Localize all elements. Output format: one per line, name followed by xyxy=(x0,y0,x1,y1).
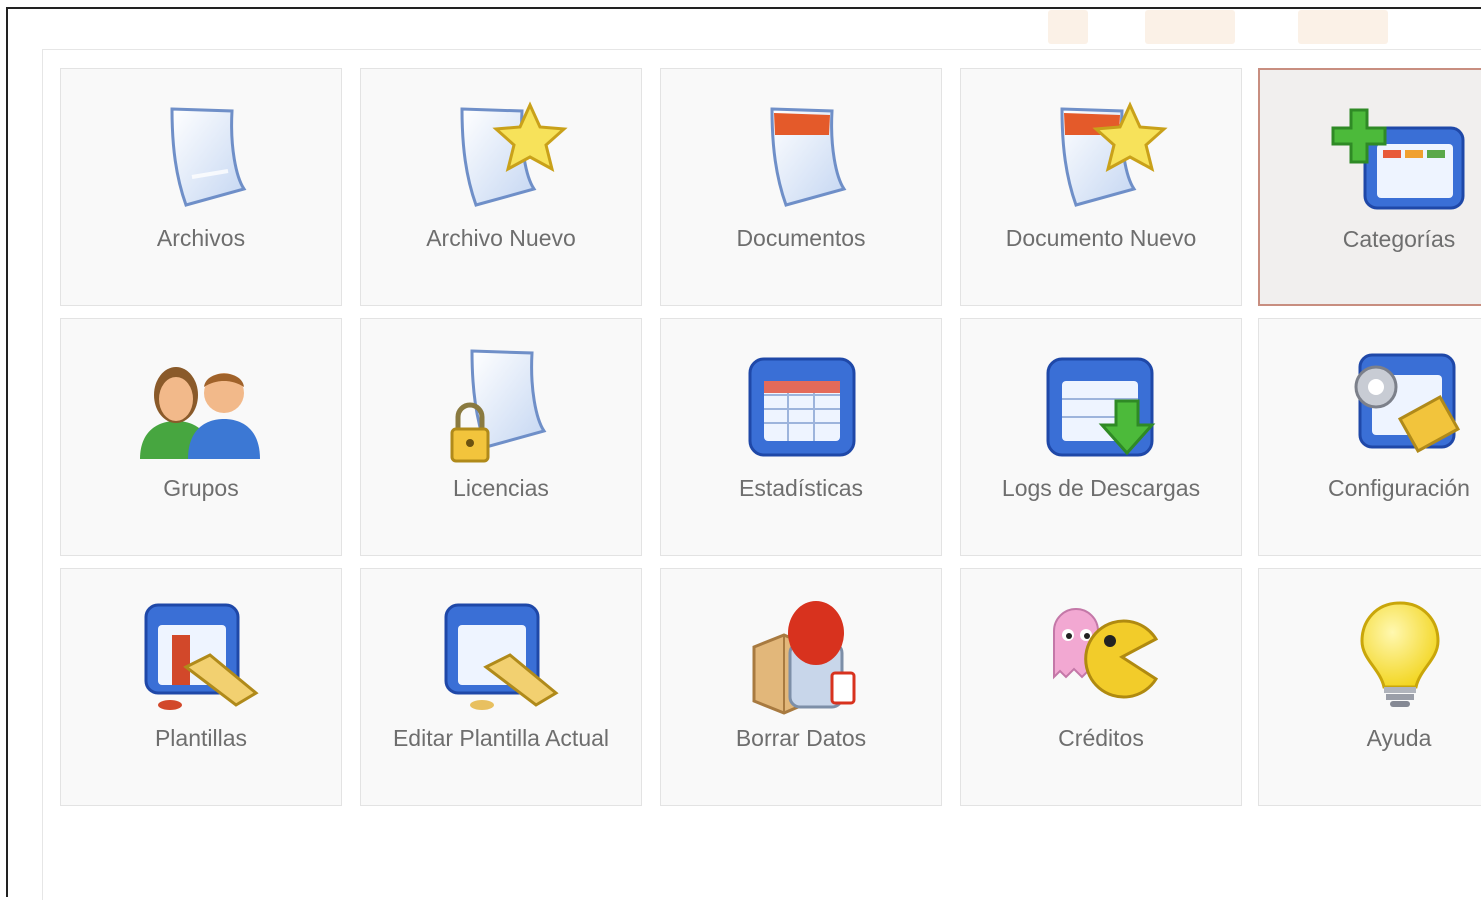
delete-data-icon xyxy=(732,597,872,717)
edit-template-icon xyxy=(432,597,572,717)
tile-archivo-nuevo[interactable]: Archivo Nuevo xyxy=(360,68,642,306)
new-document-icon xyxy=(1032,97,1172,217)
tile-label: Configuración xyxy=(1328,475,1470,501)
tile-plantillas[interactable]: Plantillas xyxy=(60,568,342,806)
tile-configuracion[interactable]: Configuración xyxy=(1258,318,1481,556)
groups-icon xyxy=(132,347,272,467)
tile-ayuda[interactable]: Ayuda xyxy=(1258,568,1481,806)
tile-label: Plantillas xyxy=(154,725,248,751)
templates-icon xyxy=(132,597,272,717)
credits-icon xyxy=(1032,597,1172,717)
tile-label: Borrar Datos xyxy=(735,725,867,751)
tile-logs-de-descargas[interactable]: Logs de Descargas xyxy=(960,318,1242,556)
tile-label: Documento Nuevo xyxy=(1005,225,1197,251)
tile-estadisticas[interactable]: Estadísticas xyxy=(660,318,942,556)
tile-borrar-datos[interactable]: Borrar Datos xyxy=(660,568,942,806)
header-decoration xyxy=(1048,10,1088,44)
tile-licencias[interactable]: Licencias xyxy=(360,318,642,556)
file-icon xyxy=(132,97,272,217)
tile-label: Créditos xyxy=(1058,725,1144,751)
tile-label: Documentos xyxy=(736,225,866,251)
tile-label: Grupos xyxy=(163,475,239,501)
header-decoration xyxy=(1145,10,1235,44)
configuration-icon xyxy=(1330,347,1470,467)
categories-icon xyxy=(1331,98,1471,218)
tile-editar-plantilla-actual[interactable]: Editar Plantilla Actual xyxy=(360,568,642,806)
license-lock-icon xyxy=(432,347,572,467)
tile-label: Archivos xyxy=(156,225,246,251)
tile-documento-nuevo[interactable]: Documento Nuevo xyxy=(960,68,1242,306)
tile-label: Archivo Nuevo xyxy=(426,225,576,251)
tile-documentos[interactable]: Documentos xyxy=(660,68,942,306)
statistics-icon xyxy=(732,347,872,467)
tile-label: Categorías xyxy=(1342,226,1456,252)
tile-label: Ayuda xyxy=(1366,725,1432,751)
tile-label: Estadísticas xyxy=(739,475,863,501)
tile-label: Licencias xyxy=(453,475,549,501)
tile-grupos[interactable]: Grupos xyxy=(60,318,342,556)
header-decoration xyxy=(1298,10,1388,44)
tile-categorias[interactable]: Categorías xyxy=(1258,68,1481,306)
help-lightbulb-icon xyxy=(1330,597,1470,717)
new-file-icon xyxy=(432,97,572,217)
tile-creditos[interactable]: Créditos xyxy=(960,568,1242,806)
document-icon xyxy=(732,97,872,217)
tile-archivos[interactable]: Archivos xyxy=(60,68,342,306)
tile-label: Logs de Descargas xyxy=(1001,475,1201,501)
download-logs-icon xyxy=(1032,347,1172,467)
tile-label: Editar Plantilla Actual xyxy=(392,725,610,751)
